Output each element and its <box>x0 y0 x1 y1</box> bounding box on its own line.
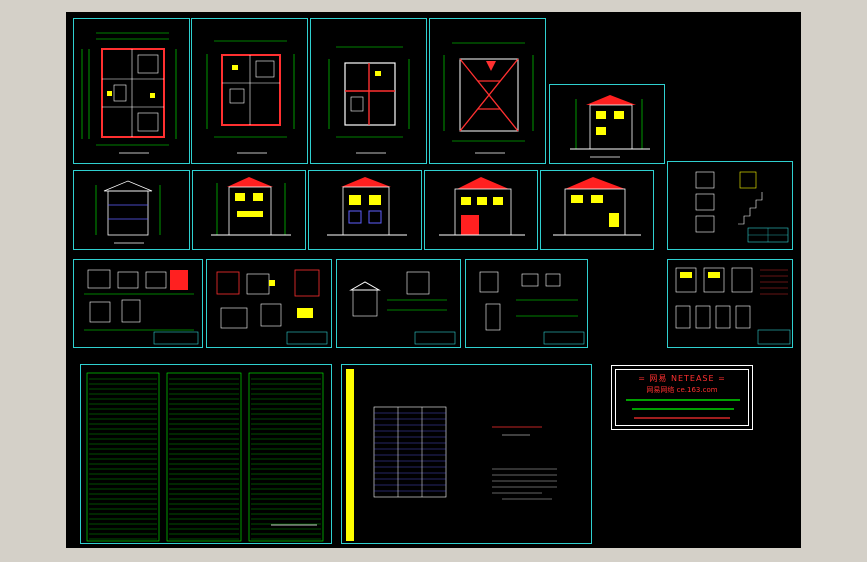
cad-drawing-canvas[interactable]: = 网易 NETEASE = 网易网络 ce.163.com <box>66 12 801 548</box>
floor-plan-drawing <box>328 46 410 154</box>
sheet-stair-detail[interactable] <box>667 161 793 250</box>
detail-drawing <box>479 271 585 345</box>
floor-plan-drawing <box>206 40 295 154</box>
sheet-section-view[interactable] <box>73 170 190 250</box>
sheet-detail-3[interactable] <box>336 259 461 348</box>
sheet-design-notes[interactable] <box>80 364 332 544</box>
drawing-directory <box>346 369 557 541</box>
sheet-detail-4[interactable] <box>465 259 588 348</box>
sheet-elevation-south[interactable] <box>192 170 306 250</box>
door-window-drawing <box>675 267 791 345</box>
floor-plan-drawing <box>81 32 177 154</box>
section-drawing <box>95 180 161 244</box>
elevation-drawing <box>553 177 641 236</box>
sheet-front-elevation[interactable] <box>549 84 665 164</box>
sheet-elevation-north[interactable] <box>424 170 538 250</box>
sheet-roof-plan[interactable] <box>429 18 546 164</box>
detail-drawing <box>84 269 199 345</box>
sheet-elevation-east[interactable] <box>308 170 422 250</box>
elevation-drawing <box>327 177 407 236</box>
netease-stamp: = 网易 NETEASE = 网易网络 ce.163.com <box>611 365 753 430</box>
detail-drawing <box>216 269 328 345</box>
detail-drawing <box>349 271 456 345</box>
elevation-drawing <box>570 95 650 158</box>
sheet-drawing-directory[interactable] <box>341 364 592 544</box>
sheet-second-floor-plan[interactable] <box>191 18 308 164</box>
sheet-first-floor-plan[interactable] <box>73 18 190 164</box>
roof-plan-drawing <box>443 42 534 154</box>
sheet-detail-2[interactable] <box>206 259 332 348</box>
design-notes-table <box>86 372 324 542</box>
sheet-elevation-west[interactable] <box>540 170 654 250</box>
sheet-third-floor-plan[interactable] <box>310 18 427 164</box>
elevation-drawing <box>439 177 525 236</box>
sheet-door-window-detail[interactable] <box>667 259 793 348</box>
stamp-lines <box>626 399 740 419</box>
elevation-drawing <box>211 177 291 236</box>
stair-detail-drawing <box>695 171 789 243</box>
sheet-detail-1[interactable] <box>73 259 203 348</box>
